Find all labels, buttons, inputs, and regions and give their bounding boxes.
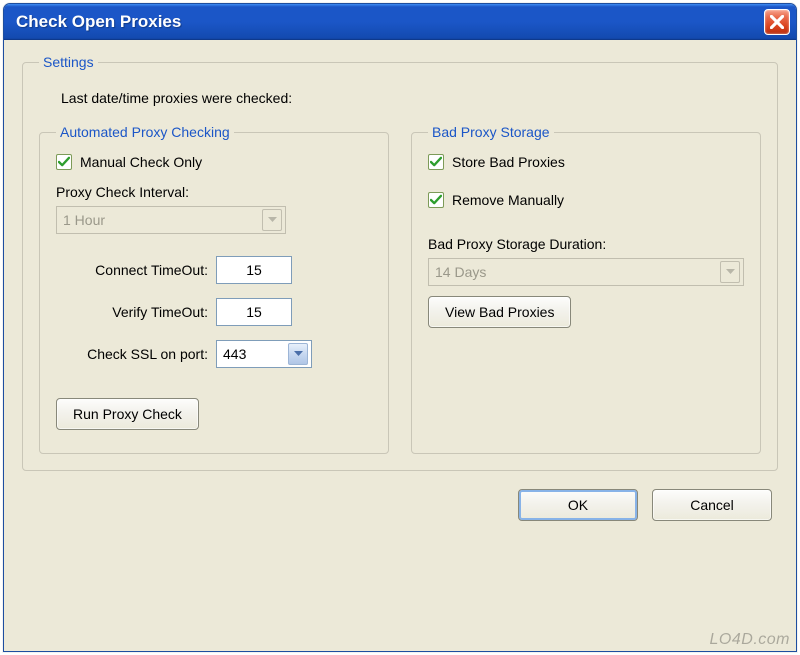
- ok-button[interactable]: OK: [518, 489, 638, 521]
- duration-value: 14 Days: [435, 264, 486, 280]
- automated-proxy-group: Automated Proxy Checking Manual Check On…: [39, 124, 389, 454]
- settings-legend: Settings: [39, 54, 98, 70]
- view-bad-proxies-button[interactable]: View Bad Proxies: [428, 296, 571, 328]
- interval-value: 1 Hour: [63, 212, 105, 228]
- duration-label: Bad Proxy Storage Duration:: [428, 236, 744, 252]
- remove-manually-row: Remove Manually: [428, 192, 744, 208]
- chevron-down-icon: [288, 343, 308, 365]
- chevron-down-icon: [262, 209, 282, 231]
- check-icon: [430, 156, 442, 168]
- chevron-down-icon: [720, 261, 740, 283]
- dialog-window: Check Open Proxies Settings Last date/ti…: [3, 3, 797, 652]
- ssl-port-dropdown[interactable]: 443: [216, 340, 312, 368]
- bad-proxy-storage-group: Bad Proxy Storage Store Bad Proxies: [411, 124, 761, 454]
- automated-proxy-legend: Automated Proxy Checking: [56, 124, 234, 140]
- bad-proxy-storage-legend: Bad Proxy Storage: [428, 124, 554, 140]
- store-bad-proxies-checkbox[interactable]: [428, 154, 444, 170]
- run-proxy-check-button[interactable]: Run Proxy Check: [56, 398, 199, 430]
- store-bad-row: Store Bad Proxies: [428, 154, 744, 170]
- check-icon: [430, 194, 442, 206]
- check-icon: [58, 156, 70, 168]
- manual-check-row: Manual Check Only: [56, 154, 372, 170]
- close-icon: [770, 15, 784, 29]
- store-bad-proxies-label: Store Bad Proxies: [452, 154, 565, 170]
- remove-manually-label: Remove Manually: [452, 192, 564, 208]
- remove-manually-checkbox[interactable]: [428, 192, 444, 208]
- manual-check-only-checkbox[interactable]: [56, 154, 72, 170]
- bad-proxy-duration-dropdown: 14 Days: [428, 258, 744, 286]
- interval-label: Proxy Check Interval:: [56, 184, 372, 200]
- ssl-port-label: Check SSL on port:: [56, 346, 216, 362]
- close-button[interactable]: [764, 9, 790, 35]
- settings-group: Settings Last date/time proxies were che…: [22, 54, 778, 471]
- window-title: Check Open Proxies: [16, 12, 764, 32]
- dialog-body: Settings Last date/time proxies were che…: [4, 40, 796, 535]
- cancel-button[interactable]: Cancel: [652, 489, 772, 521]
- proxy-check-interval-dropdown: 1 Hour: [56, 206, 286, 234]
- verify-timeout-label: Verify TimeOut:: [56, 304, 216, 320]
- dialog-button-row: OK Cancel: [22, 489, 778, 521]
- ssl-port-value: 443: [223, 346, 246, 362]
- manual-check-only-label: Manual Check Only: [80, 154, 202, 170]
- title-bar: Check Open Proxies: [4, 4, 796, 40]
- connect-timeout-label: Connect TimeOut:: [56, 262, 216, 278]
- last-checked-label: Last date/time proxies were checked:: [61, 90, 761, 106]
- verify-timeout-input[interactable]: 15: [216, 298, 292, 326]
- connect-timeout-input[interactable]: 15: [216, 256, 292, 284]
